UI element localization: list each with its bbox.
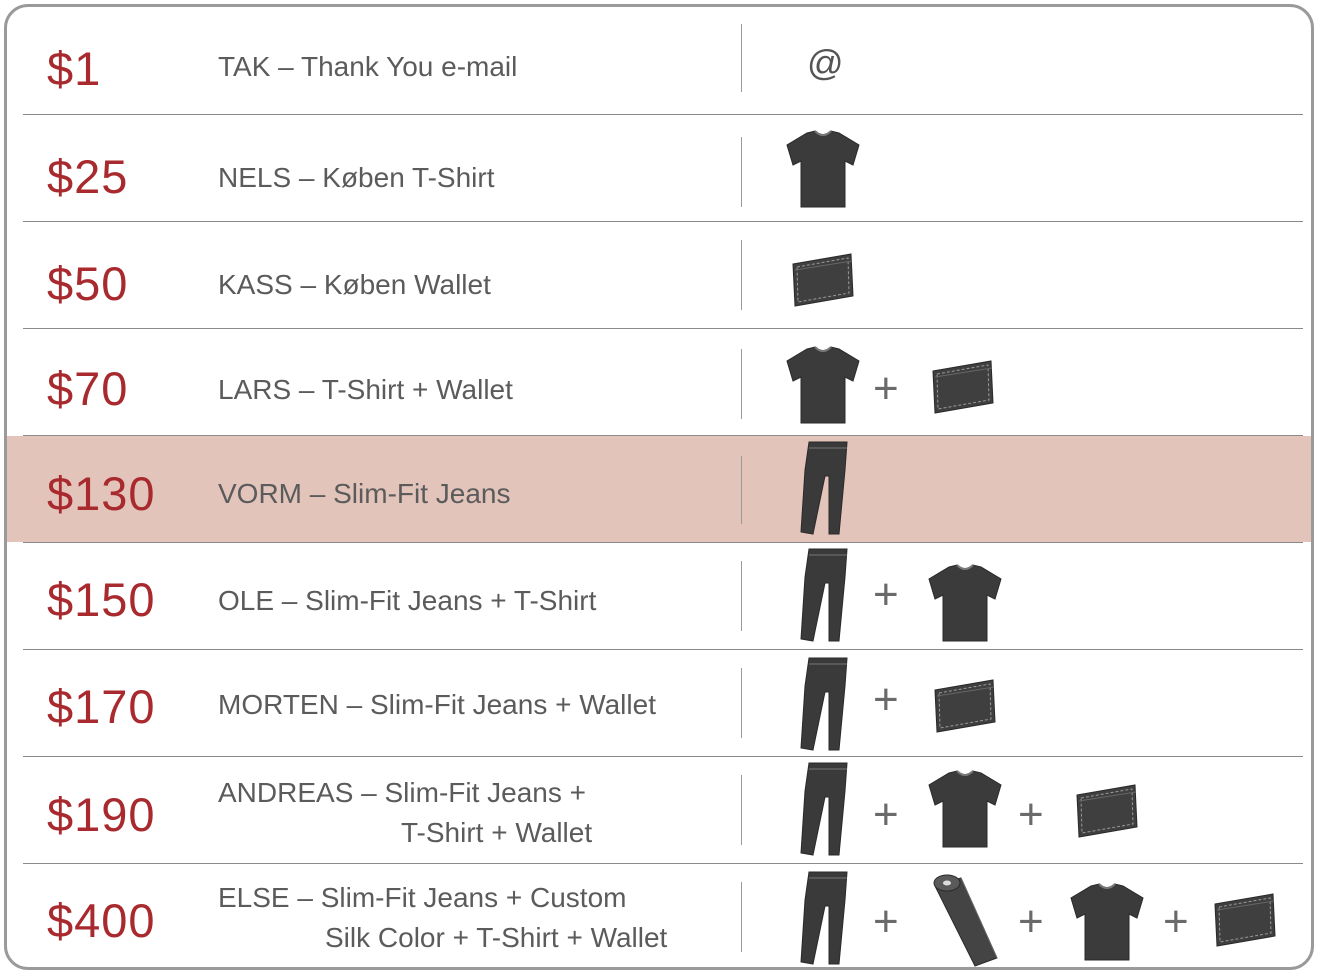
jeans-icon (800, 657, 848, 751)
tier-price: $150 (47, 573, 156, 626)
tshirt-icon (928, 564, 1002, 642)
tier-name: TAK – Thank You e-mail (218, 47, 517, 87)
tier-price: $400 (47, 894, 156, 947)
column-divider (741, 137, 742, 207)
tier-name-line: ELSE – Slim-Fit Jeans + Custom (218, 882, 627, 913)
tier-name: VORM – Slim-Fit Jeans (218, 474, 511, 514)
tier-price: $70 (47, 362, 129, 415)
column-divider (741, 349, 742, 419)
tier-name-line: LARS – T-Shirt + Wallet (218, 374, 513, 405)
tier-name-line: ANDREAS – Slim-Fit Jeans + (218, 777, 586, 808)
tier-name-line: KASS – Køben Wallet (218, 269, 491, 300)
jeans-icon (800, 871, 848, 965)
tier-row: $70 LARS – T-Shirt + Wallet + (7, 329, 1311, 435)
tier-price: $50 (47, 257, 129, 310)
tshirt-icon (1070, 883, 1144, 961)
tier-row: $25 NELS – Køben T-Shirt (7, 115, 1311, 221)
plus-sign: + (873, 364, 899, 413)
jeans-icon (800, 441, 848, 535)
column-divider (741, 775, 742, 845)
tshirt-icon (786, 346, 860, 424)
column-divider (741, 882, 742, 952)
tier-price: $25 (47, 150, 129, 203)
tier-row: $400 ELSE – Slim-Fit Jeans + Custom Silk… (7, 864, 1311, 967)
tier-row: $170 MORTEN – Slim-Fit Jeans + Wallet + (7, 650, 1311, 756)
plus-sign: + (873, 570, 899, 619)
tier-name: OLE – Slim-Fit Jeans + T-Shirt (218, 581, 596, 621)
plus-sign: + (873, 675, 899, 724)
wallet-icon (792, 253, 854, 307)
tier-price: $1 (47, 42, 102, 95)
wallet-icon (1214, 893, 1276, 947)
tier-name-line: MORTEN – Slim-Fit Jeans + Wallet (218, 689, 656, 720)
plus-sign: + (873, 790, 899, 839)
wallet-icon (934, 679, 996, 733)
tier-price: $130 (47, 467, 156, 520)
at-icon: @ (807, 42, 844, 83)
tier-row: $190 ANDREAS – Slim-Fit Jeans + T-Shirt … (7, 757, 1311, 863)
plus-sign: + (1018, 790, 1044, 839)
tier-name: NELS – Køben T-Shirt (218, 158, 495, 198)
column-divider (741, 24, 742, 92)
tier-name-line: NELS – Køben T-Shirt (218, 162, 495, 193)
tshirt-icon (786, 130, 860, 208)
silk-roll-icon (933, 874, 998, 967)
plus-sign: + (873, 897, 899, 946)
tier-row: $1 TAK – Thank You e-mail @ (7, 7, 1311, 114)
jeans-icon (800, 762, 848, 856)
tier-name: KASS – Køben Wallet (218, 265, 491, 305)
tier-name-line: OLE – Slim-Fit Jeans + T-Shirt (218, 585, 597, 616)
tier-row: $50 KASS – Køben Wallet (7, 222, 1311, 328)
tier-price: $190 (47, 788, 156, 841)
tier-name-line: T-Shirt + Wallet (401, 817, 593, 848)
column-divider (741, 456, 742, 524)
tshirt-icon (928, 770, 1002, 848)
tier-price: $170 (47, 680, 156, 733)
tier-name: ANDREAS – Slim-Fit Jeans + T-Shirt + Wal… (218, 773, 592, 853)
tier-name-line: Silk Color + T-Shirt + Wallet (325, 922, 668, 953)
column-divider (741, 668, 742, 738)
column-divider (741, 240, 742, 310)
tier-row: $150 OLE – Slim-Fit Jeans + T-Shirt + (7, 543, 1311, 649)
tier-name-line: VORM – Slim-Fit Jeans (218, 478, 511, 509)
tier-name: MORTEN – Slim-Fit Jeans + Wallet (218, 685, 656, 725)
tier-name-line: TAK – Thank You e-mail (218, 51, 518, 82)
tier-name: LARS – T-Shirt + Wallet (218, 370, 513, 410)
jeans-icon (800, 548, 848, 642)
wallet-icon (1076, 784, 1138, 838)
tier-name: ELSE – Slim-Fit Jeans + Custom Silk Colo… (218, 878, 667, 958)
pricing-table: $1 TAK – Thank You e-mail @ $25 NELS – K… (4, 4, 1314, 970)
plus-sign: + (1018, 897, 1044, 946)
plus-sign: + (1163, 897, 1189, 946)
tier-row-highlighted: $130 VORM – Slim-Fit Jeans (7, 436, 1311, 542)
column-divider (741, 561, 742, 631)
wallet-icon (932, 360, 994, 414)
